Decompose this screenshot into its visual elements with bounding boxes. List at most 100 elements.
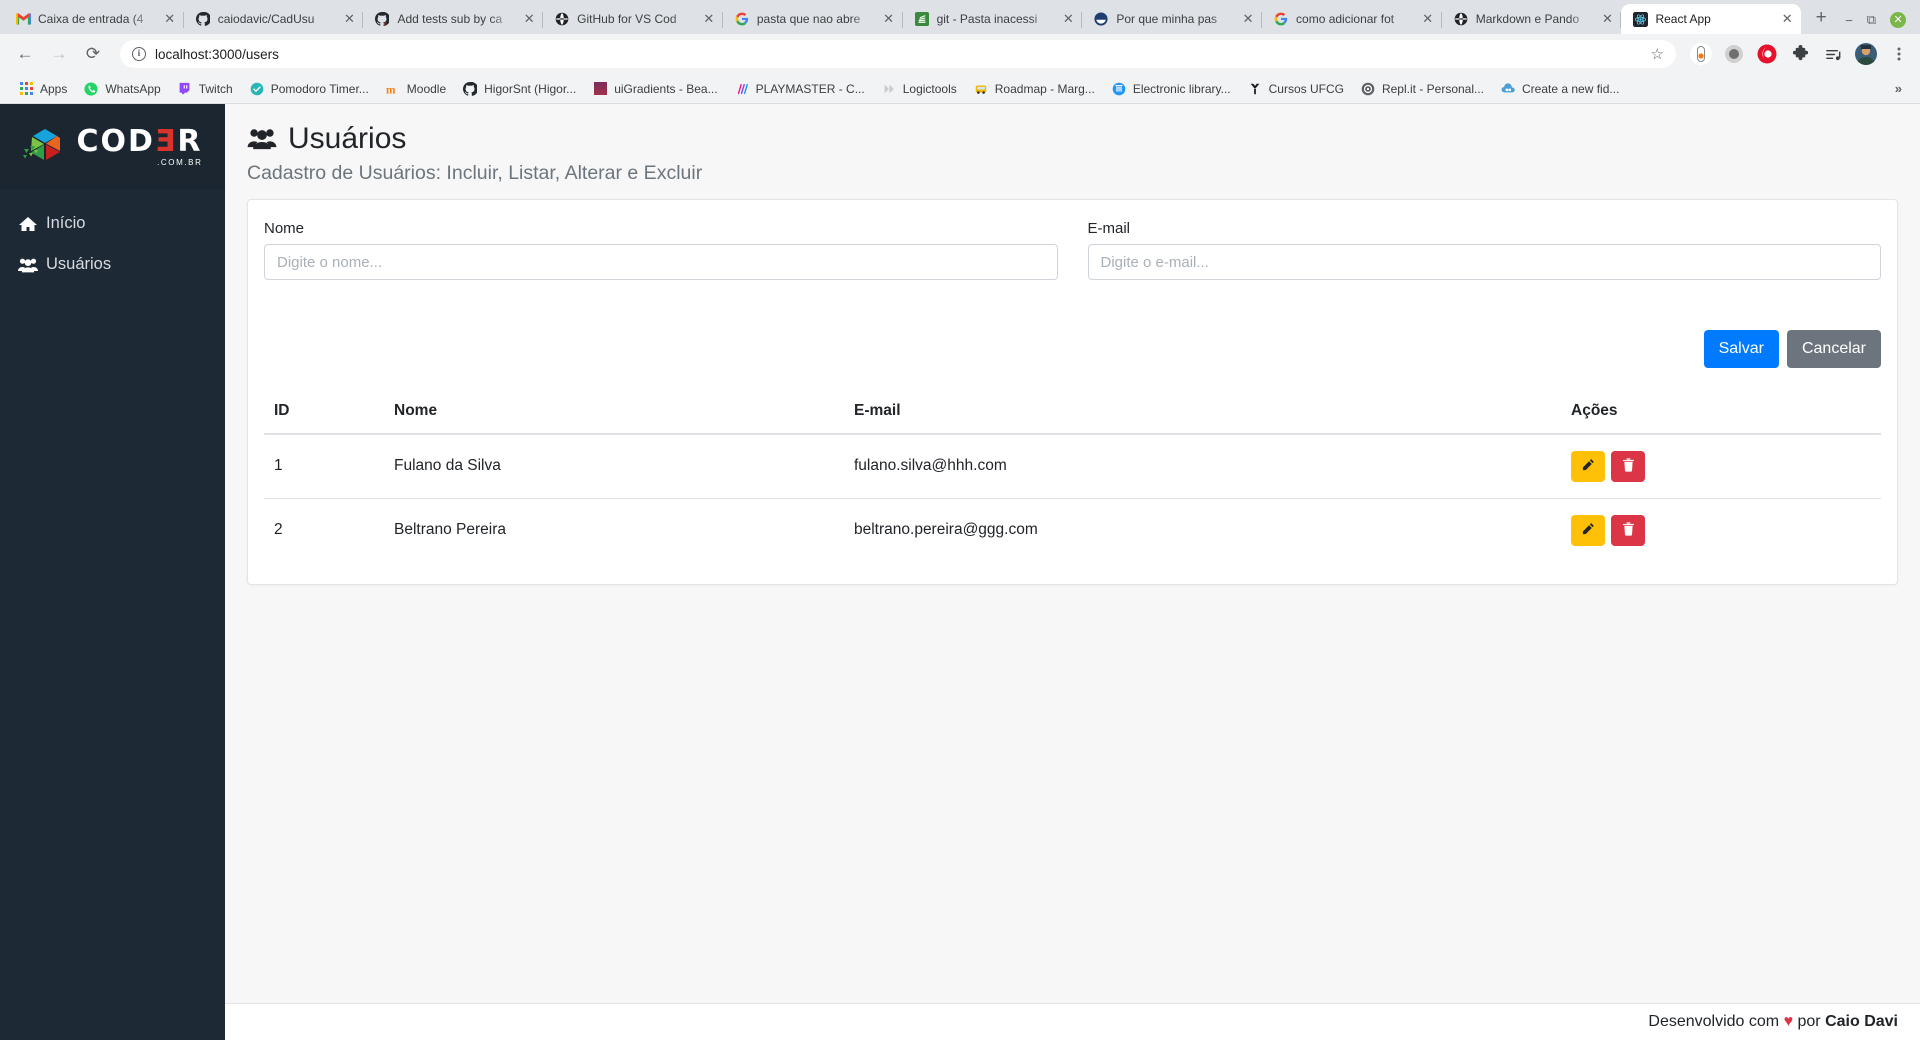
bookmark-label: Cursos UFCG [1268,81,1344,96]
page-header: Usuários Cadastro de Usuários: Incluir, … [225,104,1920,199]
close-icon[interactable]: ✕ [881,11,897,27]
forward-icon[interactable]: → [44,39,74,69]
cell-nome: Fulano da Silva [384,433,844,499]
form-actions: Salvar Cancelar [264,308,1881,368]
bookmarks-overflow-icon[interactable]: » [1887,79,1910,98]
save-button[interactable]: Salvar [1703,330,1779,368]
profile-avatar-icon[interactable] [1855,43,1877,65]
back-icon[interactable]: ← [10,39,40,69]
gray-dot-icon[interactable] [1723,43,1745,65]
bookmark-label: Apps [40,81,68,96]
uigradients-icon [592,81,608,97]
form-group-email: E-mail [1087,220,1881,280]
browser-tab[interactable]: git - Pasta inacessi ✕ [903,4,1083,34]
nome-input[interactable] [264,244,1058,280]
new-tab-button[interactable]: + [1807,4,1835,32]
gmail-icon [15,11,31,27]
browser-tab[interactable]: Markdown e Pando ✕ [1442,4,1622,34]
replit-icon [1360,81,1376,97]
browser-tab[interactable]: Por que minha pas ✕ [1082,4,1262,34]
blue-circle-icon [1093,11,1109,27]
globe-icon [554,11,570,27]
bookmark-item[interactable]: HigorSnt (Higor... [454,78,584,100]
users-icon [247,127,277,150]
browser-tab[interactable]: x Add tests sub by ca ✕ [363,4,543,34]
footer-author: Caio Davi [1825,1013,1898,1030]
column-header-nome: Nome [384,393,844,435]
bookmark-label: Roadmap - Marg... [994,81,1095,96]
tab-title: React App [1655,12,1711,26]
maximize-icon[interactable]: ⧉ [1867,12,1876,28]
puzzle-extension-icon[interactable] [1789,43,1811,65]
brand-name-accent: Ǝ [154,123,178,159]
app-sidebar: CODƎR .COM.BR Início Usuários [0,104,225,1040]
page-title-text: Usuários [288,122,407,155]
bookmark-item[interactable]: Logictools [873,78,965,100]
trash-icon [1622,457,1635,475]
tab-title: caiodavic/CadUsu [217,12,315,26]
delete-button[interactable] [1611,450,1645,482]
bookmark-item[interactable]: Cursos UFCG [1239,78,1352,100]
sidebar-item-inicio[interactable]: Início [0,203,225,244]
tab-title: pasta que nao abre [756,12,861,26]
minimize-icon[interactable]: − [1845,13,1853,28]
browser-tab[interactable]: Caixa de entrada (4 ✕ [4,4,184,34]
close-icon[interactable]: ✕ [1060,11,1076,27]
reload-icon[interactable]: ⟳ [78,39,108,69]
site-info-icon[interactable]: i [132,47,146,61]
bookmark-item[interactable]: Create a new fid... [1492,78,1627,100]
brand-logo[interactable]: CODƎR .COM.BR [0,104,225,189]
react-icon [1632,11,1648,27]
bookmark-apps[interactable]: Apps [10,78,75,100]
sidebar-item-usuarios[interactable]: Usuários [0,244,225,285]
browser-tab[interactable]: pasta que nao abre ✕ [723,4,903,34]
playlist-icon[interactable] [1822,43,1844,65]
edit-button[interactable] [1571,450,1605,482]
ufcg-icon [1247,81,1263,97]
close-window-icon[interactable]: ✕ [1890,12,1907,28]
bookmark-item[interactable]: WhatsApp [75,78,168,100]
fiddle-icon [1500,81,1516,97]
bookmark-item[interactable]: Repl.it - Personal... [1352,78,1492,100]
close-icon[interactable]: ✕ [1420,11,1436,27]
bookmark-star-icon[interactable]: ☆ [1651,45,1664,63]
close-icon[interactable]: ✕ [1599,11,1615,27]
footer-prefix: Desenvolvido com [1648,1013,1784,1030]
browser-tab[interactable]: GitHub for VS Cod ✕ [543,4,723,34]
kebab-menu-icon[interactable] [1888,43,1910,65]
bookmark-item[interactable]: Twitch [169,78,241,100]
bookmark-item[interactable]: PLAYMASTER - C... [726,78,873,100]
address-bar[interactable]: i localhost:3000/users ☆ [120,40,1676,68]
close-icon[interactable]: ✕ [162,11,178,27]
email-input[interactable] [1087,244,1881,280]
moodle-icon: m [385,81,401,97]
bookmark-item[interactable]: Pomodoro Timer... [241,78,377,100]
sidebar-nav: Início Usuários [0,189,225,285]
page-footer: Desenvolvido com ♥ por Caio Davi [225,1003,1920,1040]
pill-extension-icon[interactable] [1690,43,1712,65]
close-icon[interactable]: ✕ [701,11,717,27]
close-icon[interactable]: ✕ [1779,11,1795,27]
bookmark-item[interactable]: Roadmap - Marg... [965,78,1103,100]
bookmark-item[interactable]: uiGradients - Bea... [584,78,725,100]
pencil-icon [1581,458,1595,475]
bookmark-label: PLAYMASTER - C... [755,81,865,96]
bookmark-item[interactable]: m Moodle [377,78,454,100]
delete-button[interactable] [1611,514,1645,546]
table-header-row: ID Nome E-mail Ações [264,393,1881,435]
extension-icons [1686,43,1910,65]
browser-tab[interactable]: caiodavic/CadUsu ✕ [184,4,364,34]
library-icon [1111,81,1127,97]
close-icon[interactable]: ✕ [341,11,357,27]
close-icon[interactable]: ✕ [1240,11,1256,27]
home-icon [18,216,38,232]
tab-title: Caixa de entrada (4 [38,12,144,26]
bookmark-item[interactable]: Electronic library... [1103,78,1239,100]
cancel-button[interactable]: Cancelar [1786,330,1881,368]
close-icon[interactable]: ✕ [521,11,537,27]
opera-gx-icon[interactable] [1756,43,1778,65]
browser-tab-active[interactable]: React App ✕ [1621,4,1802,34]
github-icon [462,81,478,97]
edit-button[interactable] [1571,514,1605,546]
browser-tab[interactable]: como adicionar fot ✕ [1262,4,1442,34]
